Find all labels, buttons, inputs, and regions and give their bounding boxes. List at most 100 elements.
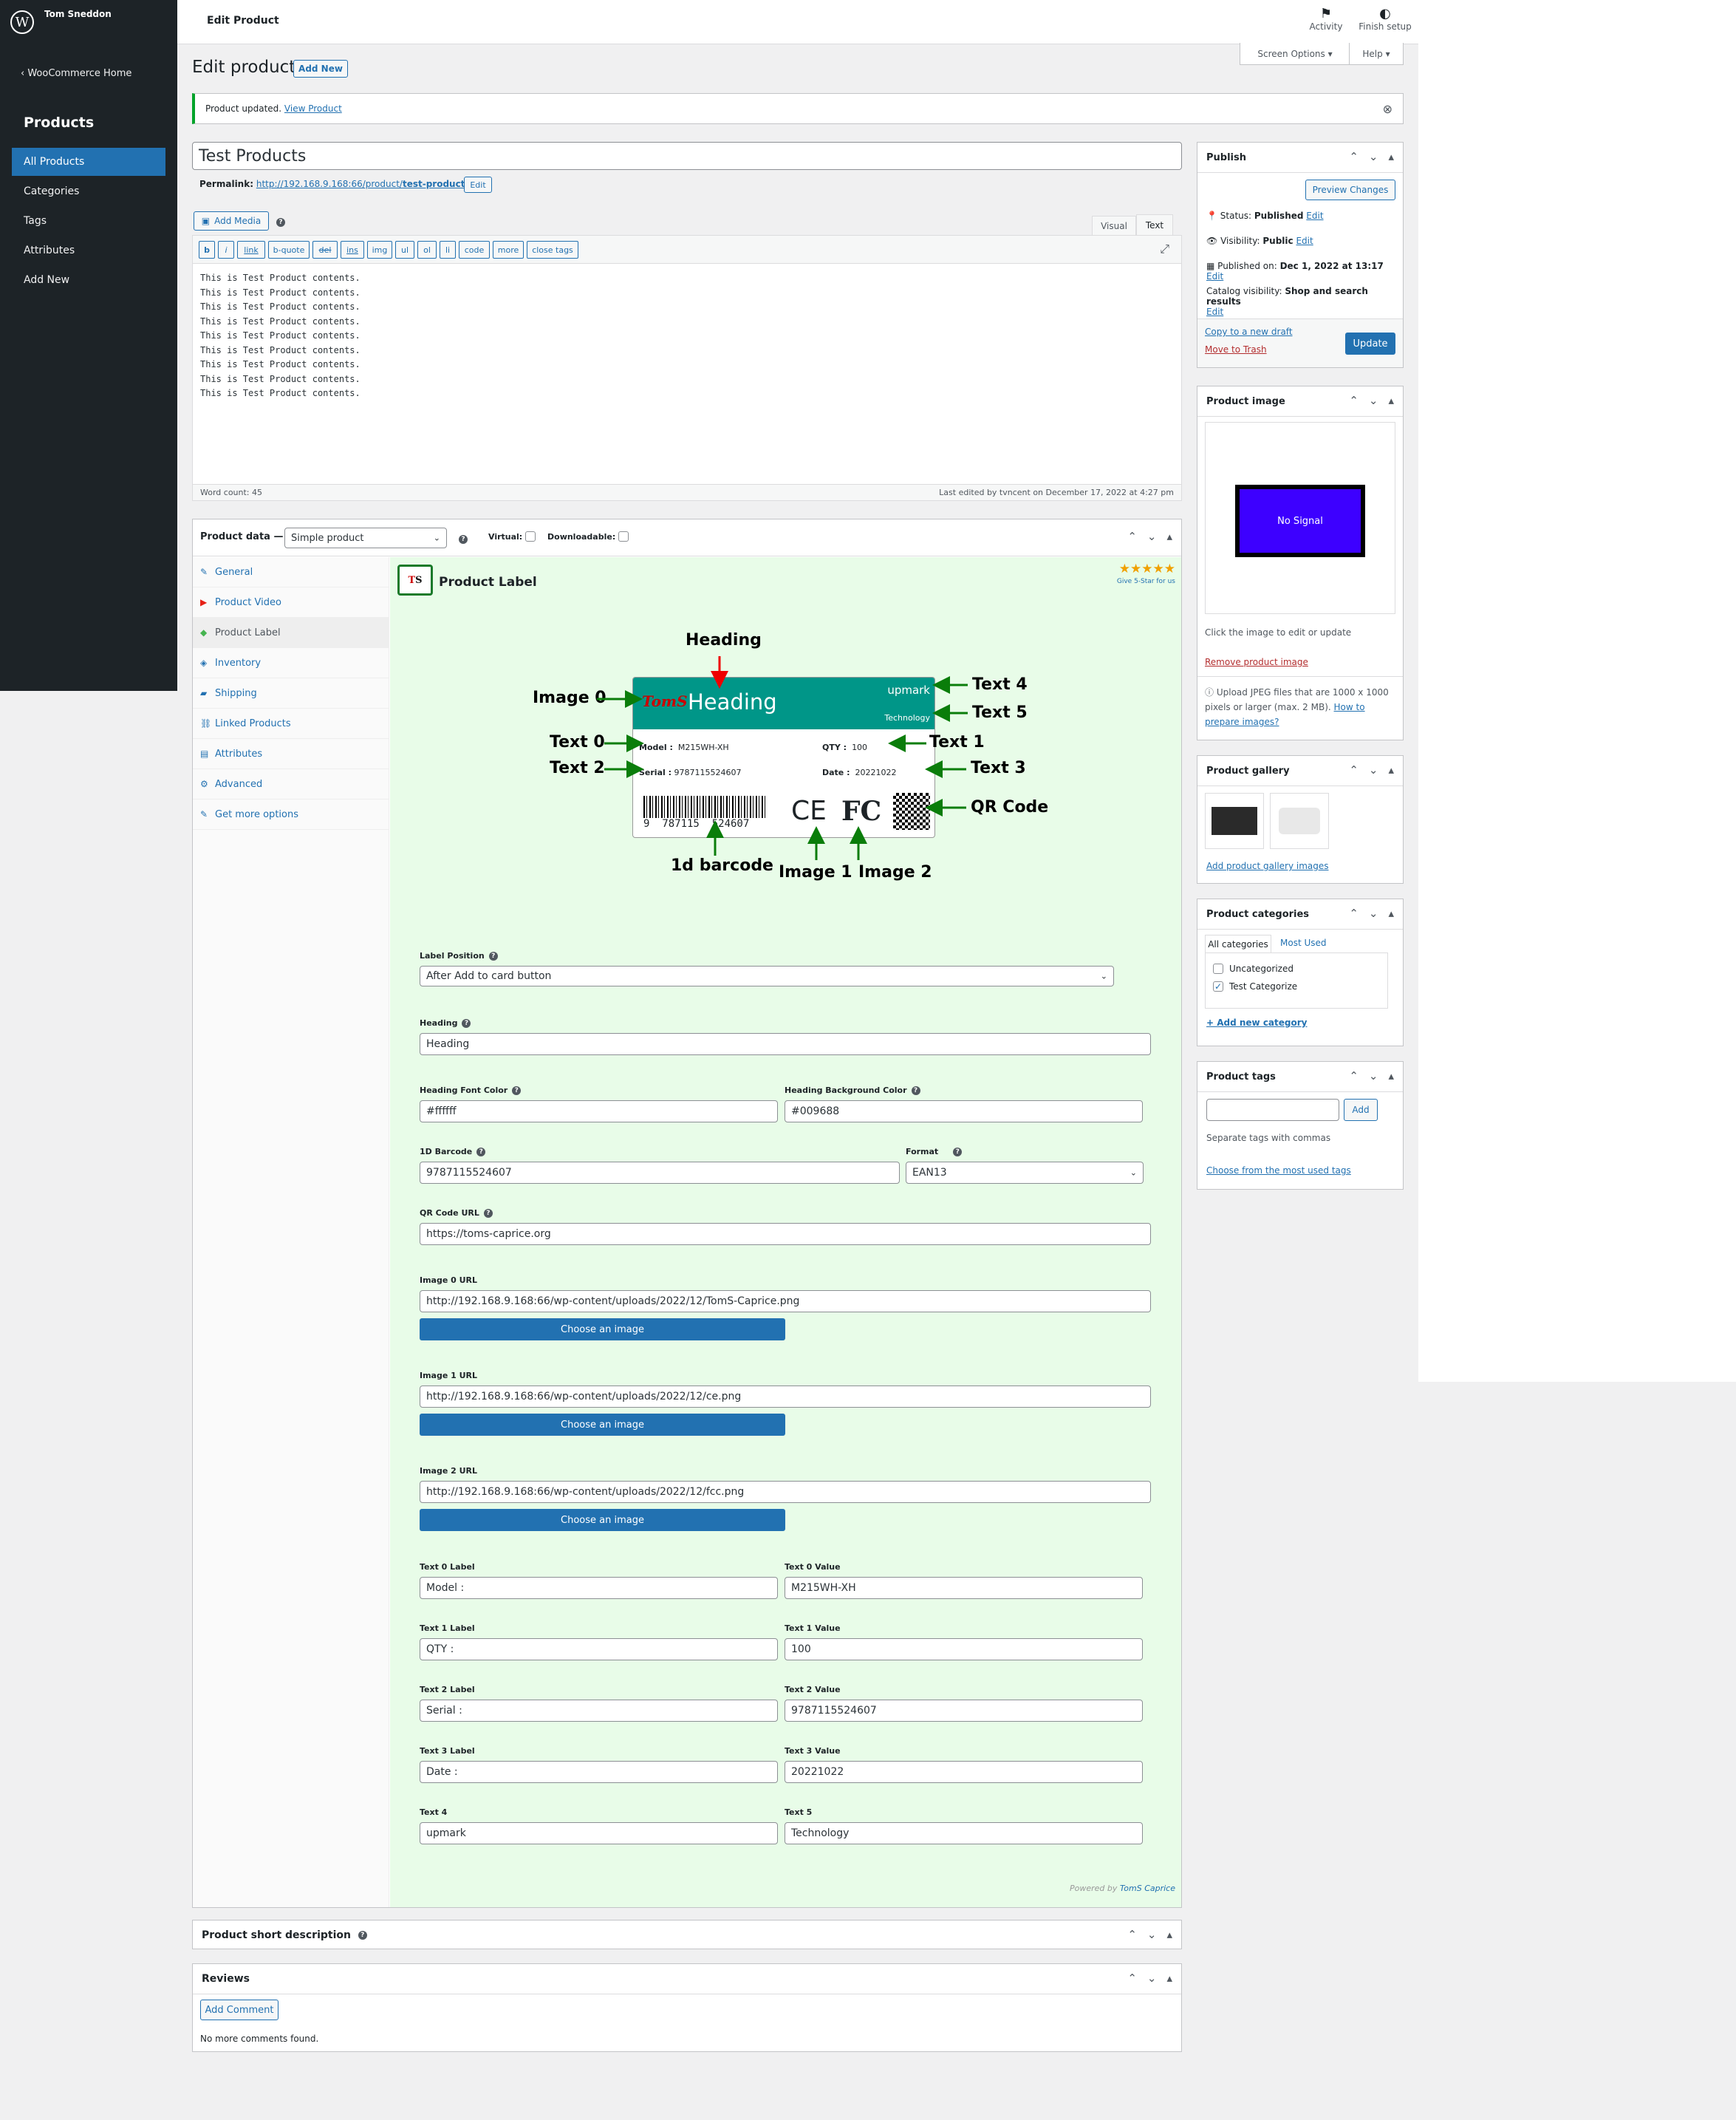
quicktag-button[interactable]: ol	[417, 241, 437, 259]
text2-value-input[interactable]: 9787115524607	[785, 1700, 1143, 1722]
text5-input[interactable]: Technology	[785, 1822, 1143, 1844]
tab-most-used[interactable]: Most Used	[1280, 938, 1327, 948]
quicktag-button[interactable]: ins	[341, 241, 364, 259]
choose-image2-button[interactable]: Choose an image	[420, 1509, 785, 1531]
quicktag-button[interactable]: ul	[395, 241, 414, 259]
update-button[interactable]: Update	[1345, 333, 1395, 355]
heading-input[interactable]: Heading	[420, 1033, 1151, 1055]
category-test-categorize[interactable]: ✓ Test Categorize	[1213, 981, 1297, 992]
metabox-controls[interactable]: ⌃ ⌄ ▴	[1349, 907, 1394, 920]
add-media-button[interactable]: ▣ Add Media	[194, 211, 269, 231]
quicktag-button[interactable]: li	[440, 241, 456, 259]
permalink-edit-button[interactable]: Edit	[464, 177, 492, 193]
sidebar-item-all-products[interactable]: All Products	[12, 148, 165, 176]
preview-changes-button[interactable]: Preview Changes	[1305, 180, 1395, 200]
help-icon[interactable]: ?	[512, 1085, 522, 1095]
quicktag-button[interactable]: close tags	[527, 241, 578, 259]
tab-attributes[interactable]: ▤ Attributes	[193, 739, 389, 769]
tab-advanced[interactable]: ⚙ Advanced	[193, 769, 389, 800]
quicktag-button[interactable]: code	[459, 241, 490, 259]
tab-linked-products[interactable]: ⛓ Linked Products	[193, 709, 389, 739]
text2-label-input[interactable]: Serial :	[420, 1700, 778, 1722]
short-description-box[interactable]: Product short description ? ⌃ ⌄ ▴	[192, 1920, 1182, 1949]
image0-url-input[interactable]: http://192.168.9.168:66/wp-content/uploa…	[420, 1290, 1151, 1312]
tab-general[interactable]: ✎ General	[193, 557, 389, 587]
edit-status-link[interactable]: Edit	[1306, 211, 1323, 221]
product-type-select[interactable]: Simple product ⌄	[284, 528, 447, 548]
metabox-controls[interactable]: ⌃ ⌄ ▴	[1127, 1971, 1172, 1985]
gallery-image[interactable]	[1205, 793, 1264, 849]
tag-input[interactable]	[1206, 1099, 1339, 1121]
metabox-controls[interactable]: ⌃ ⌄ ▴	[1349, 1069, 1394, 1083]
quicktag-button[interactable]: link	[237, 241, 265, 259]
text4-input[interactable]: upmark	[420, 1822, 778, 1844]
fullscreen-icon[interactable]: ⤢	[1160, 242, 1169, 256]
text0-value-input[interactable]: M215WH-XH	[785, 1577, 1143, 1599]
help-icon[interactable]: ?	[911, 1085, 920, 1095]
view-product-link[interactable]: View Product	[284, 103, 342, 114]
label-position-select[interactable]: After Add to card button ⌄	[420, 966, 1114, 986]
product-image[interactable]: No Signal	[1205, 422, 1395, 614]
text3-label-input[interactable]: Date :	[420, 1761, 778, 1783]
gallery-image[interactable]	[1270, 793, 1329, 849]
dismiss-icon[interactable]: ⊗	[1383, 102, 1392, 116]
barcode-input[interactable]: 9787115524607	[420, 1162, 900, 1184]
permalink-link[interactable]: http://192.168.9.168:66/product/test-pro…	[256, 179, 474, 189]
help-icon[interactable]: ?	[953, 1147, 963, 1156]
help-icon[interactable]: ?	[276, 216, 285, 227]
tab-inventory[interactable]: ◈ Inventory	[193, 648, 389, 678]
choose-image1-button[interactable]: Choose an image	[420, 1414, 785, 1436]
text3-value-input[interactable]: 20221022	[785, 1761, 1143, 1783]
add-tag-button[interactable]: Add	[1344, 1099, 1378, 1121]
choose-image0-button[interactable]: Choose an image	[420, 1318, 785, 1340]
edit-date-link[interactable]: Edit	[1206, 271, 1223, 282]
text1-value-input[interactable]: 100	[785, 1638, 1143, 1660]
editor-textarea[interactable]: This is Test Product contents. This is Te…	[200, 271, 360, 401]
sidebar-item-add-new[interactable]: Add New	[12, 266, 165, 294]
tab-all-categories[interactable]: All categories	[1205, 935, 1271, 952]
product-title-input[interactable]: Test Products	[192, 142, 1182, 170]
add-new-category-link[interactable]: + Add new category	[1206, 1018, 1307, 1028]
tab-product-label[interactable]: ◆ Product Label	[193, 618, 389, 648]
virtual-checkbox[interactable]: Virtual:	[488, 531, 536, 542]
screen-options-button[interactable]: Screen Options ▾	[1240, 43, 1350, 65]
sidebar-section-products[interactable]: Products	[24, 115, 94, 131]
quicktag-button[interactable]: b	[199, 241, 215, 259]
help-icon[interactable]: ?	[476, 1147, 486, 1156]
text0-label-input[interactable]: Model :	[420, 1577, 778, 1599]
help-icon[interactable]: ?	[459, 533, 468, 544]
quicktag-button[interactable]: img	[367, 241, 392, 259]
choose-tags-link[interactable]: Choose from the most used tags	[1206, 1165, 1351, 1176]
sidebar-item-categories[interactable]: Categories	[12, 177, 165, 205]
tab-get-more-options[interactable]: ✎ Get more options	[193, 800, 389, 830]
image1-url-input[interactable]: http://192.168.9.168:66/wp-content/uploa…	[420, 1386, 1151, 1408]
add-new-button[interactable]: Add New	[293, 60, 348, 78]
toms-caprice-link[interactable]: TomS Caprice	[1120, 1884, 1175, 1893]
metabox-controls[interactable]: ⌃ ⌄ ▴	[1127, 530, 1172, 543]
category-uncategorized[interactable]: Uncategorized	[1213, 964, 1294, 974]
image2-url-input[interactable]: http://192.168.9.168:66/wp-content/uploa…	[420, 1481, 1151, 1503]
text1-label-input[interactable]: QTY :	[420, 1638, 778, 1660]
sidebar-item-tags[interactable]: Tags	[12, 207, 165, 235]
quicktag-button[interactable]: i	[218, 241, 234, 259]
tab-shipping[interactable]: ▰ Shipping	[193, 678, 389, 709]
remove-image-link[interactable]: Remove product image	[1205, 657, 1308, 667]
metabox-controls[interactable]: ⌃ ⌄ ▴	[1349, 394, 1394, 407]
quicktag-button[interactable]: del	[312, 241, 338, 259]
tab-text[interactable]: Text	[1136, 214, 1173, 235]
move-to-trash-link[interactable]: Move to Trash	[1205, 344, 1267, 355]
help-icon[interactable]: ?	[462, 1018, 471, 1028]
add-comment-button[interactable]: Add Comment	[200, 2000, 278, 2020]
help-icon[interactable]: ?	[488, 951, 498, 961]
copy-draft-link[interactable]: Copy to a new draft	[1205, 327, 1293, 337]
tab-product-video[interactable]: ▶ Product Video	[193, 587, 389, 618]
help-button[interactable]: Help ▾	[1349, 43, 1404, 65]
qr-url-input[interactable]: https://toms-caprice.org	[420, 1223, 1151, 1245]
help-icon[interactable]: ?	[483, 1208, 493, 1218]
woocommerce-home-link[interactable]: ‹ WooCommerce Home	[21, 68, 131, 79]
quicktag-button[interactable]: b-quote	[268, 241, 310, 259]
sidebar-item-attributes[interactable]: Attributes	[12, 236, 165, 265]
wordpress-logo-icon[interactable]: W	[10, 10, 34, 34]
edit-catalog-link[interactable]: Edit	[1206, 307, 1223, 317]
activity-button[interactable]: ⚑ Activity	[1300, 6, 1352, 32]
